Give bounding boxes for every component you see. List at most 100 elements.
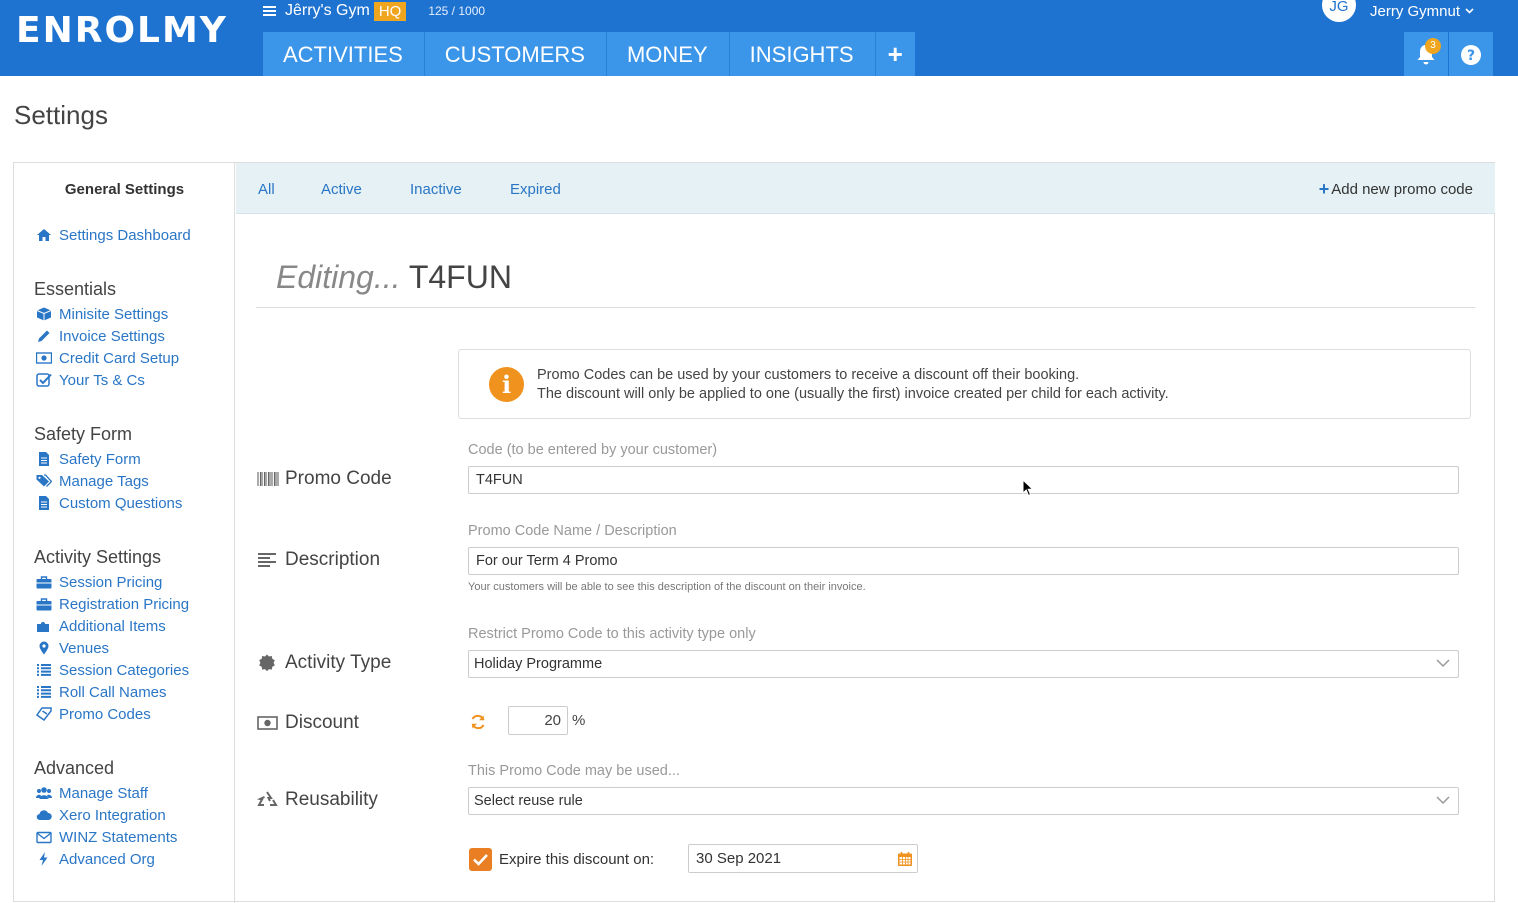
expire-checkbox-label[interactable]: Expire this discount on: [499,851,654,868]
description-input[interactable]: For our Term 4 Promo [468,547,1459,575]
info-line-1: Promo Codes can be used by your customer… [537,367,1080,383]
sidebar-item-label[interactable]: Xero Integration [59,807,166,824]
sidebar-item-label[interactable]: Settings Dashboard [59,227,191,244]
hq-badge: HQ [373,1,407,21]
chevron-down-icon[interactable] [1436,656,1450,670]
tab-expired[interactable]: Expired [510,181,561,198]
chevron-down-icon[interactable] [1436,793,1450,807]
sidebar-item-safety-form[interactable]: Safety Form [36,449,141,469]
sidebar-item-label[interactable]: Venues [59,640,109,657]
recycle-icon [257,791,278,806]
org-name[interactable]: Jêrry's Gym [285,2,370,20]
tab-active[interactable]: Active [321,181,362,198]
chevron-down-icon[interactable] [1465,6,1474,17]
sidebar-item-label[interactable]: Custom Questions [59,495,182,512]
svg-text:?: ? [1467,48,1475,64]
add-promo-code-button[interactable]: + Add new promo code [1318,179,1473,199]
help-button[interactable]: ? [1449,32,1493,76]
divider [256,307,1475,308]
sidebar-item-label[interactable]: Session Categories [59,662,189,679]
sidebar-item-winz-statements[interactable]: WINZ Statements [36,827,177,847]
sidebar-item-label[interactable]: Credit Card Setup [59,350,179,367]
expiry-date-input[interactable]: 30 Sep 2021 [688,844,918,873]
briefcase-icon [36,598,52,611]
description-help-text: Your customers will be able to see this … [468,581,866,593]
sidebar-item-session-categories[interactable]: Session Categories [36,660,189,680]
money-icon [257,716,278,730]
sidebar-item-settings-dashboard[interactable]: Settings Dashboard [36,225,191,245]
tab-inactive[interactable]: Inactive [410,181,462,198]
sidebar-item-label[interactable]: Session Pricing [59,574,162,591]
sidebar-item-minisite-settings[interactable]: Minisite Settings [36,304,168,324]
sidebar-item-label[interactable]: Roll Call Names [59,684,167,701]
sidebar-item-manage-tags[interactable]: Manage Tags [36,471,149,491]
reusability-hint: This Promo Code may be used... [468,763,680,779]
sidebar-item-session-pricing[interactable]: Session Pricing [36,572,162,592]
sidebar-item-advanced-org[interactable]: Advanced Org [36,849,155,869]
sidebar-item-registration-pricing[interactable]: Registration Pricing [36,594,189,614]
org-switcher[interactable]: Jêrry's Gym HQ 125 / 1000 [263,0,485,22]
sidebar-item-label[interactable]: Invoice Settings [59,328,165,345]
user-name[interactable]: Jerry Gymnut [1370,3,1460,20]
refresh-icon[interactable] [470,714,486,730]
sidebar-item-xero-integration[interactable]: Xero Integration [36,805,166,825]
expiry-date-value[interactable]: 30 Sep 2021 [696,850,781,867]
nav-add-button[interactable]: + [875,32,915,76]
sidebar-item-label[interactable]: Safety Form [59,451,141,468]
settings-card: General Settings Settings Dashboard Esse… [13,162,1495,903]
notifications-button[interactable]: 3 [1404,32,1448,76]
sidebar-item-label[interactable]: Advanced Org [59,851,155,868]
sidebar-item-label[interactable]: Manage Tags [59,473,149,490]
nav-money[interactable]: MONEY [606,32,730,76]
activity-type-select[interactable]: Holiday Programme [468,650,1459,678]
enrolmy-logo[interactable]: ENROLMY [16,10,228,51]
check-square-icon [36,373,52,387]
activity-type-hint: Restrict Promo Code to this activity typ… [468,626,756,642]
sidebar-item-label[interactable]: Registration Pricing [59,596,189,613]
sidebar-item-custom-questions[interactable]: Custom Questions [36,493,182,513]
puzzle-icon [37,622,49,632]
sidebar-item-venues[interactable]: Venues [36,638,109,658]
tab-all[interactable]: All [258,181,275,198]
sidebar-heading: General Settings [64,181,185,198]
sidebar-item-manage-staff[interactable]: Manage Staff [36,783,148,803]
calendar-icon[interactable] [897,851,913,867]
tags-icon [36,474,52,487]
promo-code-input[interactable]: T4FUN [468,466,1459,494]
sidebar-item-label[interactable]: Additional Items [59,618,166,635]
sidebar-item-promo-codes[interactable]: Promo Codes [36,704,151,724]
sidebar-item-credit-card-setup[interactable]: Credit Card Setup [36,348,179,368]
reusability-select[interactable]: Select reuse rule [468,787,1459,815]
activity-type-value[interactable]: Holiday Programme [474,656,602,672]
main-nav: ACTIVITIES CUSTOMERS MONEY INSIGHTS + [263,32,915,76]
document-icon [39,452,49,466]
reusability-value[interactable]: Select reuse rule [474,793,583,809]
add-promo-code-label[interactable]: Add new promo code [1331,181,1473,198]
plus-icon: + [1318,179,1330,199]
sidebar-item-label[interactable]: WINZ Statements [59,829,177,846]
sidebar-item-label[interactable]: Promo Codes [59,706,151,723]
mouse-cursor-icon [1022,479,1034,497]
avatar[interactable]: JG [1322,0,1356,22]
envelope-icon [36,831,52,844]
expire-checkbox[interactable] [469,848,492,871]
cube-icon [36,307,52,321]
sidebar-item-label[interactable]: Manage Staff [59,785,148,802]
sidebar-item-additional-items[interactable]: Additional Items [36,616,166,636]
sidebar-item-roll-call-names[interactable]: Roll Call Names [36,682,167,702]
cloud-icon [36,810,52,821]
align-left-icon [258,553,276,567]
nav-insights[interactable]: INSIGHTS [729,32,876,76]
sidebar-item-label[interactable]: Minisite Settings [59,306,168,323]
info-box: i Promo Codes can be used by your custom… [458,349,1471,419]
sidebar-item-ts-and-cs[interactable]: Your Ts & Cs [36,370,145,390]
discount-input[interactable]: 20 [508,706,568,735]
sidebar-item-label[interactable]: Your Ts & Cs [59,372,145,389]
menu-icon[interactable] [263,4,276,18]
nav-activities[interactable]: ACTIVITIES [263,32,425,76]
sidebar-item-invoice-settings[interactable]: Invoice Settings [36,326,165,346]
user-menu[interactable]: JG Jerry Gymnut [1322,0,1474,22]
nav-customers[interactable]: CUSTOMERS [424,32,607,76]
description-label: Description [257,549,380,571]
editing-code: T4FUN [408,259,512,295]
